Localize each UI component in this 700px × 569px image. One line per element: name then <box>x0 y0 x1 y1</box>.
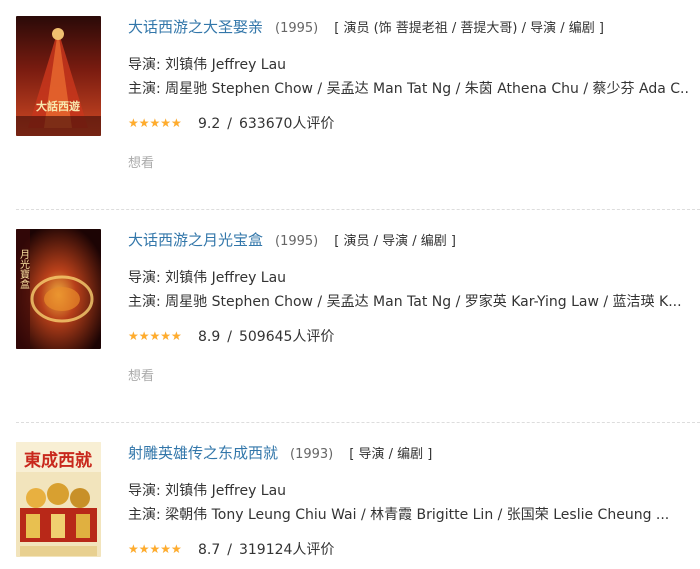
movie-title-link[interactable]: 大话西游之大圣娶亲 <box>128 18 263 36</box>
title-line: 大话西游之月光宝盒 (1995) [ 演员 / 导演 / 编剧 ] <box>128 229 456 251</box>
rating-separator: / <box>227 542 232 558</box>
title-line: 射雕英雄传之东成西就 (1993) [ 导演 / 编剧 ] <box>128 442 432 464</box>
movie-item: 月光寶盒 大话西游之月光宝盒 (1995) [ 演员 / 导演 / 编剧 ] 导演:… <box>0 229 700 419</box>
stars-filled: ★★★★★ <box>128 117 182 129</box>
rating-score: 9.2 <box>198 116 221 132</box>
director-line: 导演: 刘镇伟 Jeffrey Lau <box>128 57 287 73</box>
rating-score: 8.7 <box>198 542 221 558</box>
divider <box>16 422 700 423</box>
poster-title-text: 大話西遊 <box>36 99 80 113</box>
want-to-watch-link[interactable]: 想看 <box>128 367 154 387</box>
cast-line: 主演: 周星驰 Stephen Chow / 吴孟达 Man Tat Ng / … <box>128 294 682 310</box>
movie-roles: [ 演员 (饰 菩提老祖 / 菩提大哥) / 导演 / 编剧 ] <box>334 21 605 36</box>
want-to-watch-link[interactable]: 想看 <box>128 154 154 174</box>
movie-roles: [ 演员 / 导演 / 编剧 ] <box>334 234 456 249</box>
movie-title-link[interactable]: 大话西游之月光宝盒 <box>128 231 263 249</box>
poster-image: 東成西就 <box>16 442 101 557</box>
movie-roles: [ 导演 / 编剧 ] <box>349 447 433 462</box>
stars-filled: ★★★★★ <box>128 543 181 555</box>
movie-item: 大話西遊 大话西游之大圣娶亲 (1995) [ 演员 (饰 菩提老祖 / 菩提大哥)… <box>0 16 700 206</box>
cast-line: 主演: 梁朝伟 Tony Leung Chiu Wai / 林青霞 Brigit… <box>128 507 670 523</box>
movie-year: (1995) <box>275 21 319 36</box>
rating-stars: ★★★★★ ★★★★★ <box>128 330 190 342</box>
rating-line: ★★★★★ ★★★★★ 9.2 / 633670人评价 <box>128 113 334 135</box>
stars-filled: ★★★★★ <box>128 330 182 342</box>
poster-title-text: 東成西就 <box>24 450 92 471</box>
rating-votes: 509645人评价 <box>238 329 335 345</box>
movie-year: (1993) <box>290 447 334 462</box>
director-line: 导演: 刘镇伟 Jeffrey Lau <box>128 483 287 499</box>
poster-title-text: 月光寶盒 <box>18 249 30 289</box>
rating-votes: 319124人评价 <box>238 542 335 558</box>
movie-poster[interactable]: 大話西遊 <box>16 16 101 136</box>
rating-line: ★★★★★ ★★★★★ 8.7 / 319124人评价 <box>128 539 334 561</box>
rating-separator: / <box>227 116 232 132</box>
cast-line: 主演: 周星驰 Stephen Chow / 吴孟达 Man Tat Ng / … <box>128 81 688 97</box>
title-line: 大话西游之大圣娶亲 (1995) [ 演员 (饰 菩提老祖 / 菩提大哥) / 导演… <box>128 16 604 38</box>
movie-year: (1995) <box>275 234 319 249</box>
movie-title-link[interactable]: 射雕英雄传之东成西就 <box>128 444 278 462</box>
rating-stars: ★★★★★ ★★★★★ <box>128 543 190 555</box>
rating-stars: ★★★★★ ★★★★★ <box>128 117 190 129</box>
rating-line: ★★★★★ ★★★★★ 8.9 / 509645人评价 <box>128 326 334 348</box>
poster-image: 大話西遊 <box>16 16 101 136</box>
rating-separator: / <box>227 329 232 345</box>
movie-poster[interactable]: 月光寶盒 <box>16 229 101 349</box>
rating-votes: 633670人评价 <box>238 116 335 132</box>
movie-poster[interactable]: 東成西就 <box>16 442 101 557</box>
poster-image: 月光寶盒 <box>16 229 101 349</box>
rating-score: 8.9 <box>198 329 221 345</box>
movie-item: 東成西就 射雕英雄传之东成西就 (1993) [ 导演 / 编剧 ] 导演: 刘镇伟… <box>0 442 700 569</box>
director-line: 导演: 刘镇伟 Jeffrey Lau <box>128 270 287 286</box>
divider <box>16 209 700 210</box>
